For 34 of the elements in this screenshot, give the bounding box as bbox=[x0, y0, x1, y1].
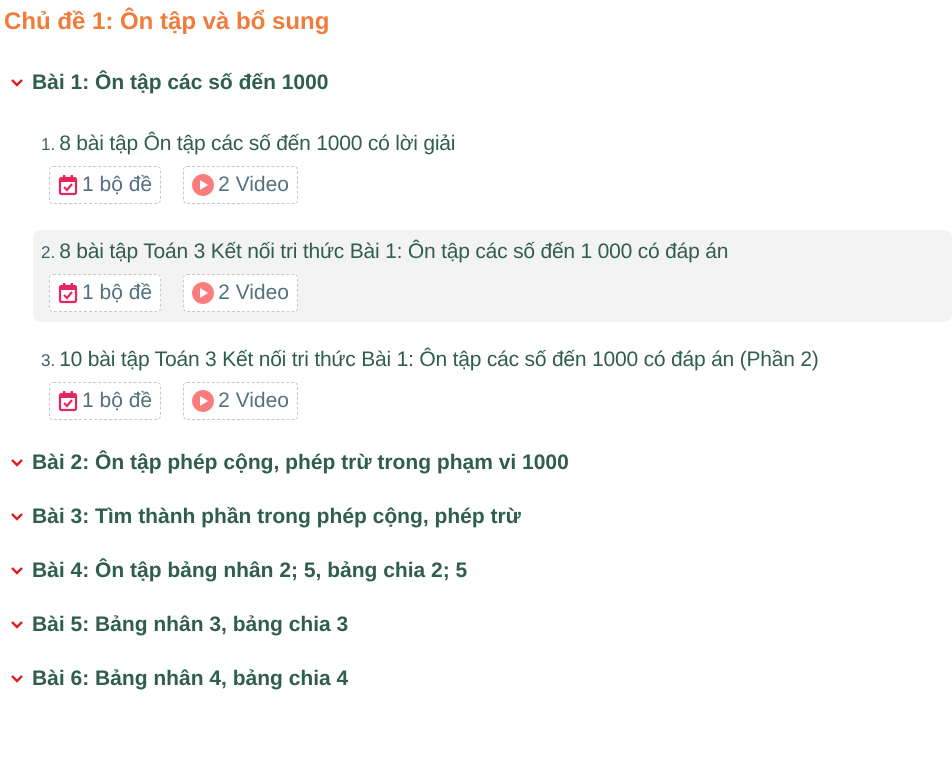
play-icon bbox=[192, 282, 214, 304]
lesson-link[interactable]: Bài 3: Tìm thành phần trong phép cộng, phép trừ bbox=[32, 505, 521, 529]
exercise-item[interactable]: 2. 8 bài tập Toán 3 Kết nối tri thức Bài 1: Ôn tập các số đến 1 000 có đáp án 1 bộ đề 2 Video bbox=[33, 230, 952, 322]
video-count-link[interactable]: 2 Video bbox=[183, 166, 298, 204]
video-count-link[interactable]: 2 Video bbox=[183, 274, 298, 312]
calendar-check-icon bbox=[58, 390, 78, 412]
play-icon bbox=[192, 174, 214, 196]
chevron-down-icon[interactable] bbox=[10, 674, 24, 684]
exercise-link[interactable]: 8 bài tập Ôn tập các số đến 1000 có lời giải bbox=[59, 132, 456, 156]
chevron-down-icon[interactable] bbox=[10, 78, 24, 88]
lesson-link[interactable]: Bài 2: Ôn tập phép cộng, phép trừ trong phạm vi 1000 bbox=[32, 451, 569, 475]
exercise-item[interactable]: 3. 10 bài tập Toán 3 Kết nối tri thức Bài 1: Ôn tập các số đến 1000 có đáp án (Phần 2) 1 bộ đề 2 Video bbox=[33, 338, 952, 430]
exercise-link[interactable]: 10 bài tập Toán 3 Kết nối tri thức Bài 1: Ôn tập các số đến 1000 có đáp án (Phần 2) bbox=[59, 348, 819, 372]
play-icon bbox=[192, 390, 214, 412]
item-number: 1. bbox=[41, 135, 56, 155]
chevron-down-icon[interactable] bbox=[10, 458, 24, 468]
chevron-down-icon[interactable] bbox=[10, 620, 24, 630]
test-count-link[interactable]: 1 bộ đề bbox=[49, 382, 162, 420]
item-number: 3. bbox=[41, 351, 56, 371]
lesson-link[interactable]: Bài 4: Ôn tập bảng nhân 2; 5, bảng chia 2; 5 bbox=[32, 559, 468, 583]
lesson-link[interactable]: Bài 5: Bảng nhân 3, bảng chia 3 bbox=[32, 613, 348, 637]
chevron-down-icon[interactable] bbox=[10, 566, 24, 576]
topic-title: Chủ đề 1: Ôn tập và bổ sung bbox=[4, 6, 330, 37]
video-count-link[interactable]: 2 Video bbox=[183, 382, 298, 420]
exercise-item[interactable]: 1. 8 bài tập Ôn tập các số đến 1000 có lời giải 1 bộ đề 2 Video bbox=[33, 122, 952, 214]
item-number: 2. bbox=[41, 243, 56, 263]
calendar-check-icon bbox=[58, 282, 78, 304]
test-count-link[interactable]: 1 bộ đề bbox=[49, 166, 162, 204]
chevron-down-icon[interactable] bbox=[10, 512, 24, 522]
calendar-check-icon bbox=[58, 174, 78, 196]
exercise-link[interactable]: 8 bài tập Toán 3 Kết nối tri thức Bài 1: Ôn tập các số đến 1 000 có đáp án bbox=[59, 240, 728, 264]
lesson-link[interactable]: Bài 1: Ôn tập các số đến 1000 bbox=[32, 71, 328, 95]
lesson-link[interactable]: Bài 6: Bảng nhân 4, bảng chia 4 bbox=[32, 667, 348, 691]
test-count-link[interactable]: 1 bộ đề bbox=[49, 274, 162, 312]
